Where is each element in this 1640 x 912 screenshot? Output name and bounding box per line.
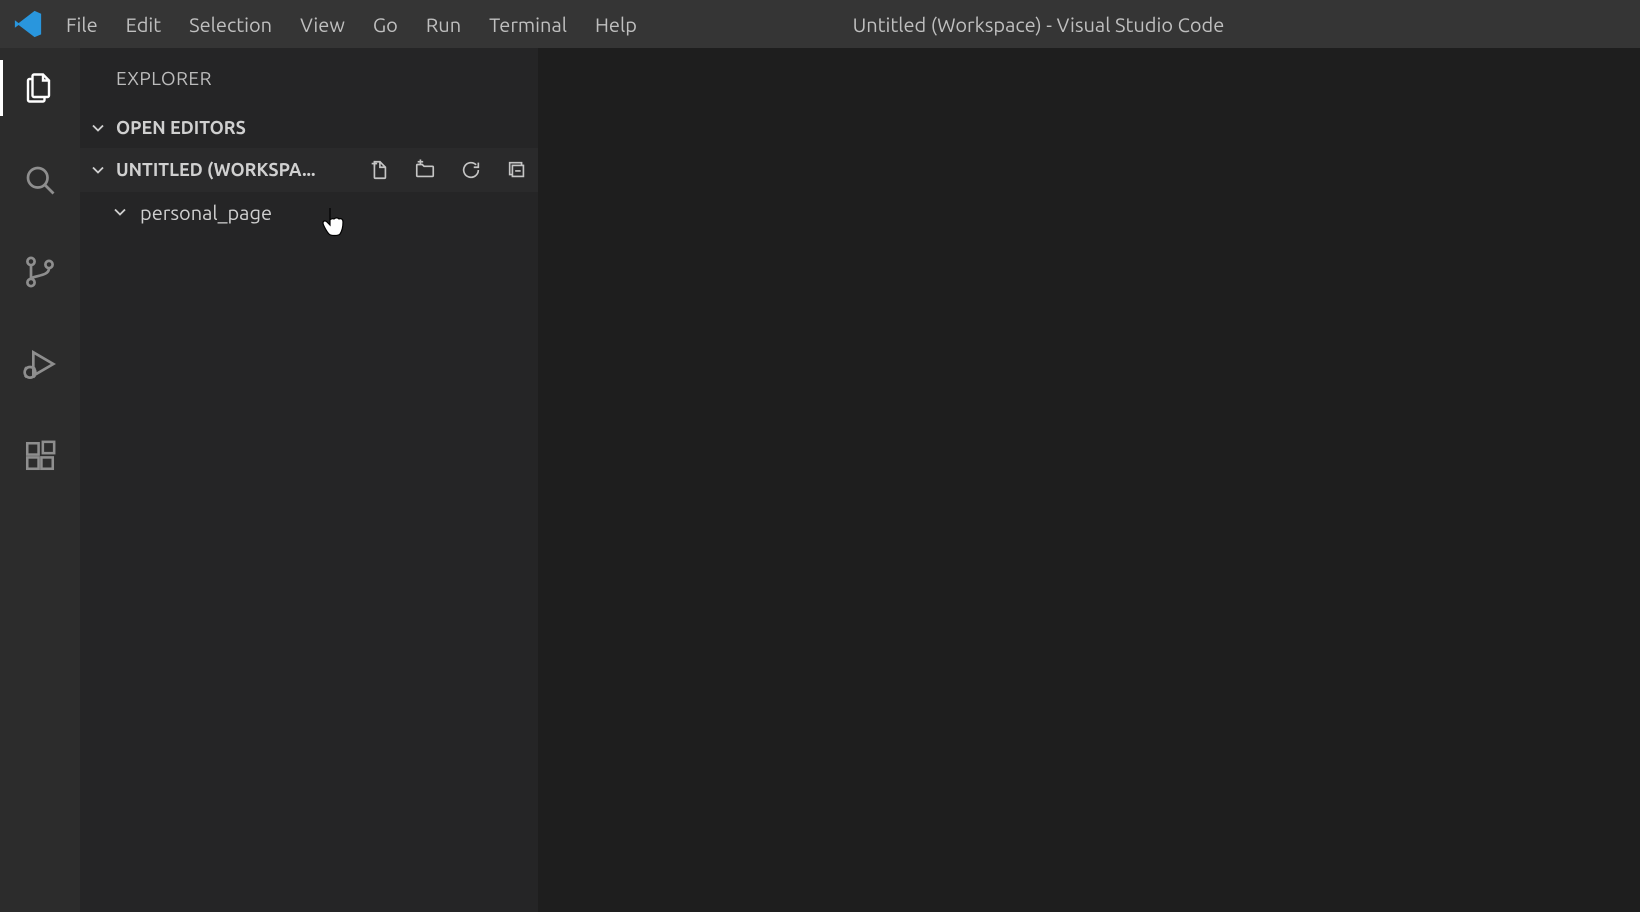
git-branch-icon <box>22 254 58 290</box>
extensions-icon <box>23 439 57 473</box>
collapse-all-button[interactable] <box>504 157 530 183</box>
chevron-down-icon <box>110 202 130 222</box>
activity-search[interactable] <box>16 156 64 204</box>
activity-bar <box>0 48 80 912</box>
menu-edit[interactable]: Edit <box>126 13 161 36</box>
collapse-all-icon <box>506 159 528 181</box>
activity-run-debug[interactable] <box>16 340 64 388</box>
section-open-editors[interactable]: OPEN EDITORS <box>80 108 538 148</box>
new-file-icon <box>368 159 390 181</box>
menu-view[interactable]: View <box>300 13 345 36</box>
files-icon <box>22 70 58 106</box>
activity-extensions[interactable] <box>16 432 64 480</box>
refresh-button[interactable] <box>458 157 484 183</box>
window-title: Untitled (Workspace) - Visual Studio Cod… <box>437 13 1640 36</box>
vscode-logo-icon <box>0 9 56 39</box>
section-open-editors-label: OPEN EDITORS <box>116 118 246 138</box>
section-workspace-label: UNTITLED (WORKSPA... <box>116 160 315 180</box>
new-folder-button[interactable] <box>412 157 438 183</box>
section-workspace[interactable]: UNTITLED (WORKSPA... <box>80 148 538 192</box>
menu-file[interactable]: File <box>66 13 98 36</box>
title-bar: File Edit Selection View Go Run Terminal… <box>0 0 1640 48</box>
new-file-button[interactable] <box>366 157 392 183</box>
menu-selection[interactable]: Selection <box>189 13 272 36</box>
refresh-icon <box>460 159 482 181</box>
sidebar-title: EXPLORER <box>80 48 538 108</box>
sidebar-explorer: EXPLORER OPEN EDITORS UNTITLED (WORKSPA.… <box>80 48 538 912</box>
chevron-down-icon <box>88 118 108 138</box>
debug-icon <box>20 344 60 384</box>
activity-explorer[interactable] <box>16 64 64 112</box>
editor-area[interactable] <box>538 48 1640 912</box>
tree-folder-personal-page[interactable]: personal_page <box>80 192 538 232</box>
tree-folder-label: personal_page <box>140 201 272 224</box>
workspace-actions <box>366 157 530 183</box>
new-folder-icon <box>414 159 436 181</box>
search-icon <box>22 162 58 198</box>
activity-source-control[interactable] <box>16 248 64 296</box>
menu-go[interactable]: Go <box>373 13 398 36</box>
chevron-down-icon <box>88 160 108 180</box>
